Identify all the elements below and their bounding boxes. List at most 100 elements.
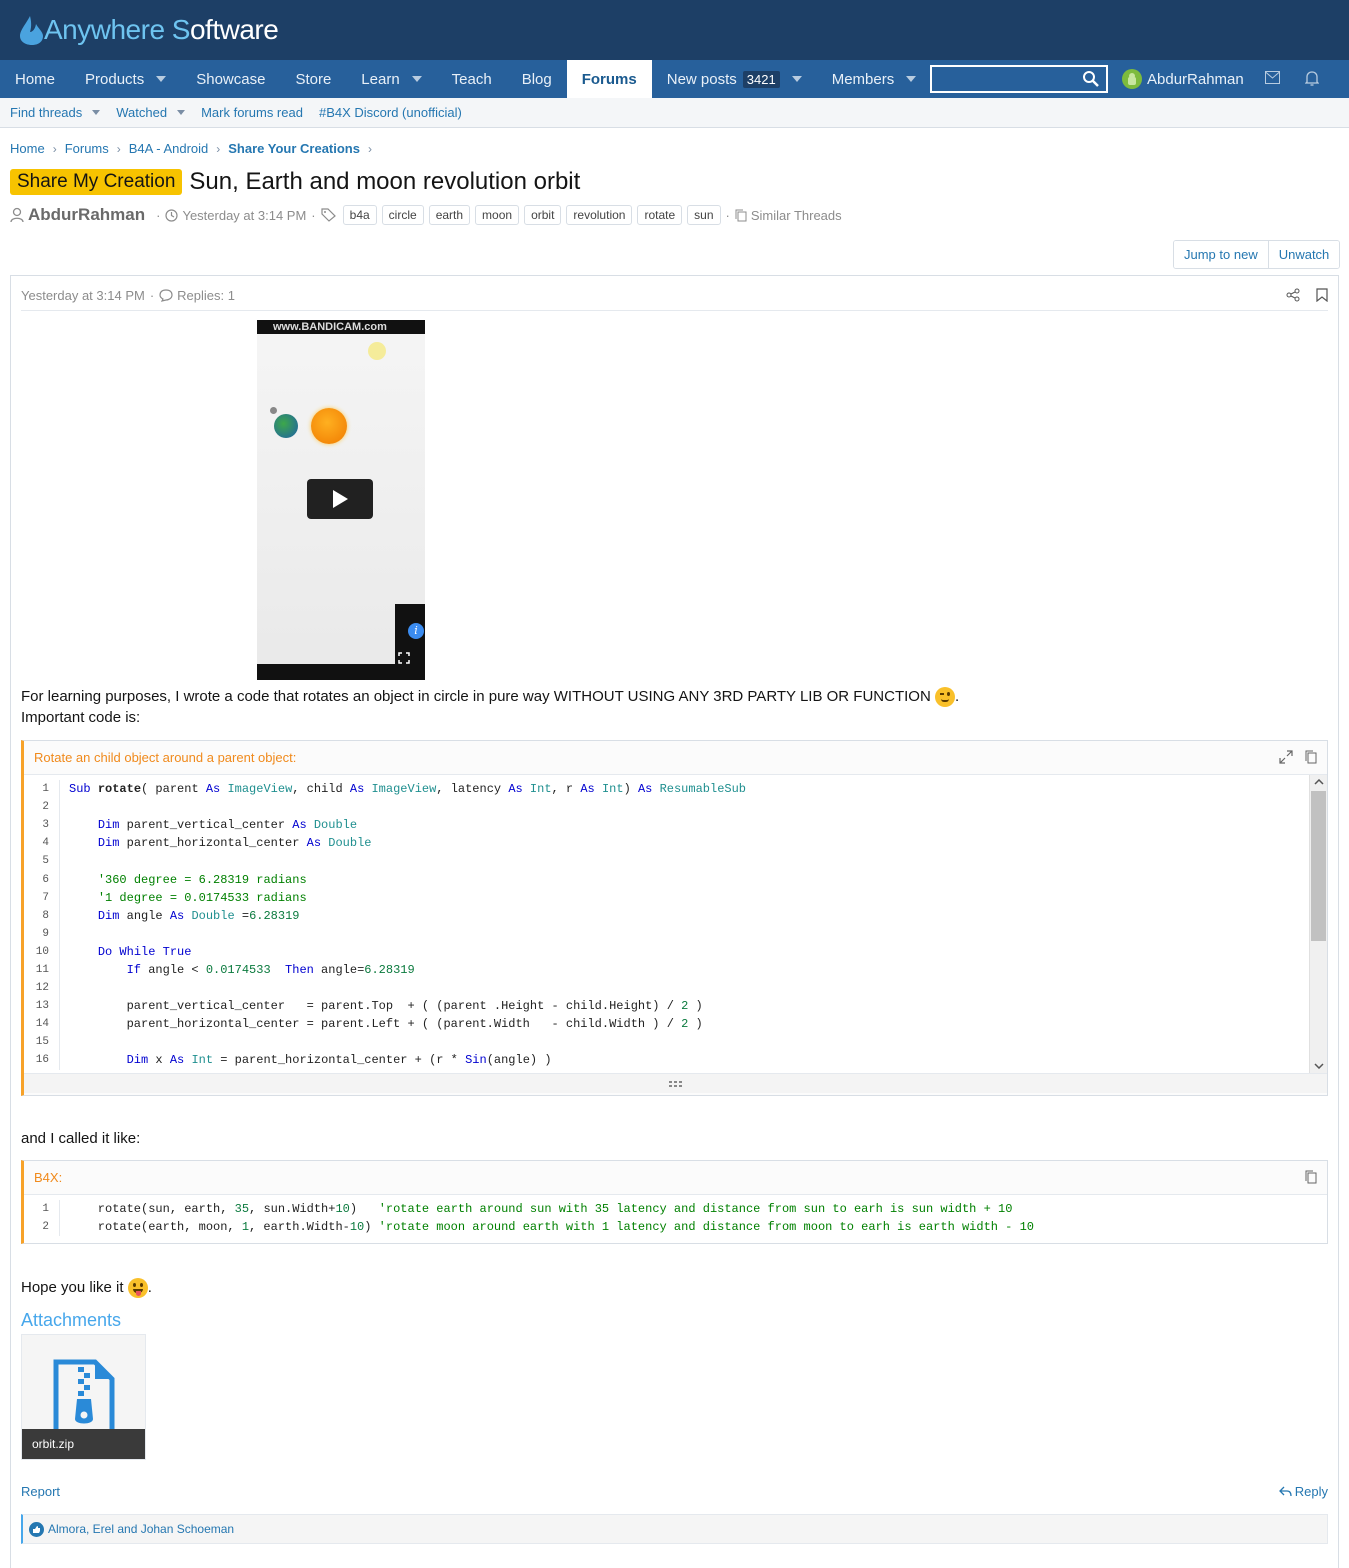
post-text: For learning purposes, I wrote a code th… (21, 688, 931, 705)
search-box (930, 65, 1108, 93)
code-editor[interactable]: 1 Sub rotate( parent As ImageView, child … (24, 775, 1327, 1073)
nav-showcase[interactable]: Showcase (181, 60, 280, 98)
code-editor[interactable]: 1 rotate(sun, earth, 35, sun.Width+10) '… (24, 1195, 1327, 1243)
nav-blog[interactable]: Blog (507, 60, 567, 98)
share-icon[interactable] (1286, 288, 1300, 302)
code-resize-handle[interactable] (24, 1073, 1327, 1093)
code-scrollbar[interactable] (1309, 775, 1327, 1073)
tag[interactable]: b4a (342, 205, 377, 225)
scroll-down-icon[interactable] (1314, 1063, 1324, 1069)
nav-new-posts-label: New posts (666, 70, 737, 88)
tag[interactable]: sun (687, 205, 721, 225)
line-number: 14 (24, 1015, 60, 1034)
scrollbar-thumb[interactable] (1311, 791, 1326, 941)
info-icon[interactable]: i (408, 623, 424, 639)
code-line: 8 Dim angle As Double =6.28319 (24, 906, 1327, 925)
nav-learn[interactable]: Learn (346, 60, 436, 98)
tag[interactable]: moon (475, 205, 520, 225)
nav-forums[interactable]: Forums (566, 60, 652, 98)
nav-new-posts[interactable]: New posts 3421 (652, 60, 817, 98)
line-number: 2 (24, 1218, 60, 1237)
bell-icon[interactable] (1305, 71, 1319, 86)
post-date[interactable]: Yesterday at 3:14 PM (21, 288, 145, 303)
attachment-card[interactable]: orbit.zip (21, 1334, 146, 1460)
site-header: Anywhere Software (0, 0, 1349, 60)
post-text-end: . (954, 688, 960, 705)
code-line: 16 Dim x As Int = parent_horizontal_cent… (24, 1051, 1327, 1070)
code-line: 3 Dim parent_vertical_center As Double (24, 816, 1327, 835)
post-actions (1286, 288, 1328, 302)
find-threads-link[interactable]: Find threads (10, 105, 101, 120)
breadcrumb: Home › Forums › B4A - Android › Share Your … (10, 141, 380, 156)
line-number: 1 (24, 1200, 60, 1219)
thread-author[interactable]: AbdurRahman (28, 205, 145, 225)
line-number: 12 (24, 979, 60, 998)
tag[interactable]: rotate (637, 205, 683, 225)
comment-icon (159, 289, 173, 302)
breadcrumb-b4a-android[interactable]: B4A - Android (129, 141, 209, 156)
fullscreen-icon[interactable] (398, 652, 410, 664)
mark-forums-read-link[interactable]: Mark forums read (201, 105, 303, 120)
chevron-down-icon[interactable] (177, 110, 186, 115)
thread-prefix-label[interactable]: Share My Creation (10, 169, 183, 195)
tag[interactable]: circle (381, 205, 424, 225)
tag-icon (321, 208, 336, 222)
copy-icon[interactable] (1305, 750, 1317, 764)
expand-icon[interactable] (1279, 750, 1293, 764)
reaction-users-link[interactable]: Almora, Erel and Johan Schoeman (48, 1522, 234, 1536)
video-embed[interactable]: www.BANDICAM.com i (257, 320, 425, 680)
code-line: 4 Dim parent_horizontal_center As Double (24, 834, 1327, 853)
nav-store[interactable]: Store (280, 60, 346, 98)
chevron-down-icon[interactable] (411, 76, 422, 82)
nav-members-label: Members (831, 70, 895, 88)
separator-dot: · (311, 207, 316, 223)
report-link[interactable]: Report (21, 1484, 60, 1499)
nav-products[interactable]: Products (70, 60, 181, 98)
tag[interactable]: earth (428, 205, 471, 225)
chevron-down-icon[interactable] (906, 76, 917, 82)
code-block-usage: B4X: 1 rotate(sun, earth, 35, sun.Width+… (21, 1160, 1328, 1244)
code-line: 13 parent_vertical_center = parent.Top +… (24, 997, 1327, 1016)
tag[interactable]: orbit (524, 205, 562, 225)
watched-link[interactable]: Watched (116, 105, 186, 120)
breadcrumb-home[interactable]: Home (10, 141, 45, 156)
chevron-down-icon[interactable] (92, 110, 101, 115)
code-line: 10 Do While True (24, 942, 1327, 961)
inbox-icon[interactable] (1265, 71, 1280, 84)
tag[interactable]: revolution (566, 205, 633, 225)
reply-button[interactable]: Reply (1278, 1484, 1328, 1499)
search-icon[interactable] (1082, 70, 1100, 88)
reply-icon (1278, 1486, 1292, 1497)
jump-to-new-button[interactable]: Jump to new (1174, 241, 1268, 268)
earth-image (274, 414, 298, 438)
bookmark-icon[interactable] (1316, 288, 1328, 302)
nav-members[interactable]: Members (817, 60, 932, 98)
separator-dot: · (156, 207, 161, 223)
line-number: 5 (24, 852, 60, 871)
chevron-down-icon[interactable] (156, 76, 167, 82)
grip-icon[interactable] (668, 1080, 684, 1088)
nav-home[interactable]: Home (0, 60, 70, 98)
user-menu[interactable]: AbdurRahman (1122, 60, 1244, 98)
breadcrumb-forums[interactable]: Forums (65, 141, 109, 156)
separator-dot: · (149, 288, 155, 303)
discord-link[interactable]: #B4X Discord (unofficial) (319, 105, 462, 120)
nav-teach[interactable]: Teach (437, 60, 507, 98)
attachment-filename[interactable]: orbit.zip (22, 1429, 145, 1459)
line-number: 8 (24, 906, 60, 925)
thread-date[interactable]: Yesterday at 3:14 PM (182, 208, 306, 223)
play-button[interactable] (307, 479, 373, 519)
chevron-down-icon[interactable] (791, 76, 802, 82)
breadcrumb-share-your-creations[interactable]: Share Your Creations (228, 141, 360, 156)
copy-icon[interactable] (1305, 1170, 1317, 1184)
post-header: Yesterday at 3:14 PM · Replies: 1 (21, 288, 235, 303)
search-input[interactable] (932, 67, 1106, 91)
unwatch-button[interactable]: Unwatch (1267, 241, 1340, 268)
line-number: 10 (24, 942, 60, 961)
scroll-up-icon[interactable] (1314, 779, 1324, 785)
code-line: 15 (24, 1033, 1327, 1052)
page-title: Sun, Earth and moon revolution orbit (189, 168, 581, 195)
site-logo[interactable]: Anywhere Software (16, 10, 279, 50)
thread-title-row: Share My Creation Sun, Earth and moon re… (10, 168, 580, 196)
similar-threads-link[interactable]: Similar Threads (751, 208, 842, 223)
